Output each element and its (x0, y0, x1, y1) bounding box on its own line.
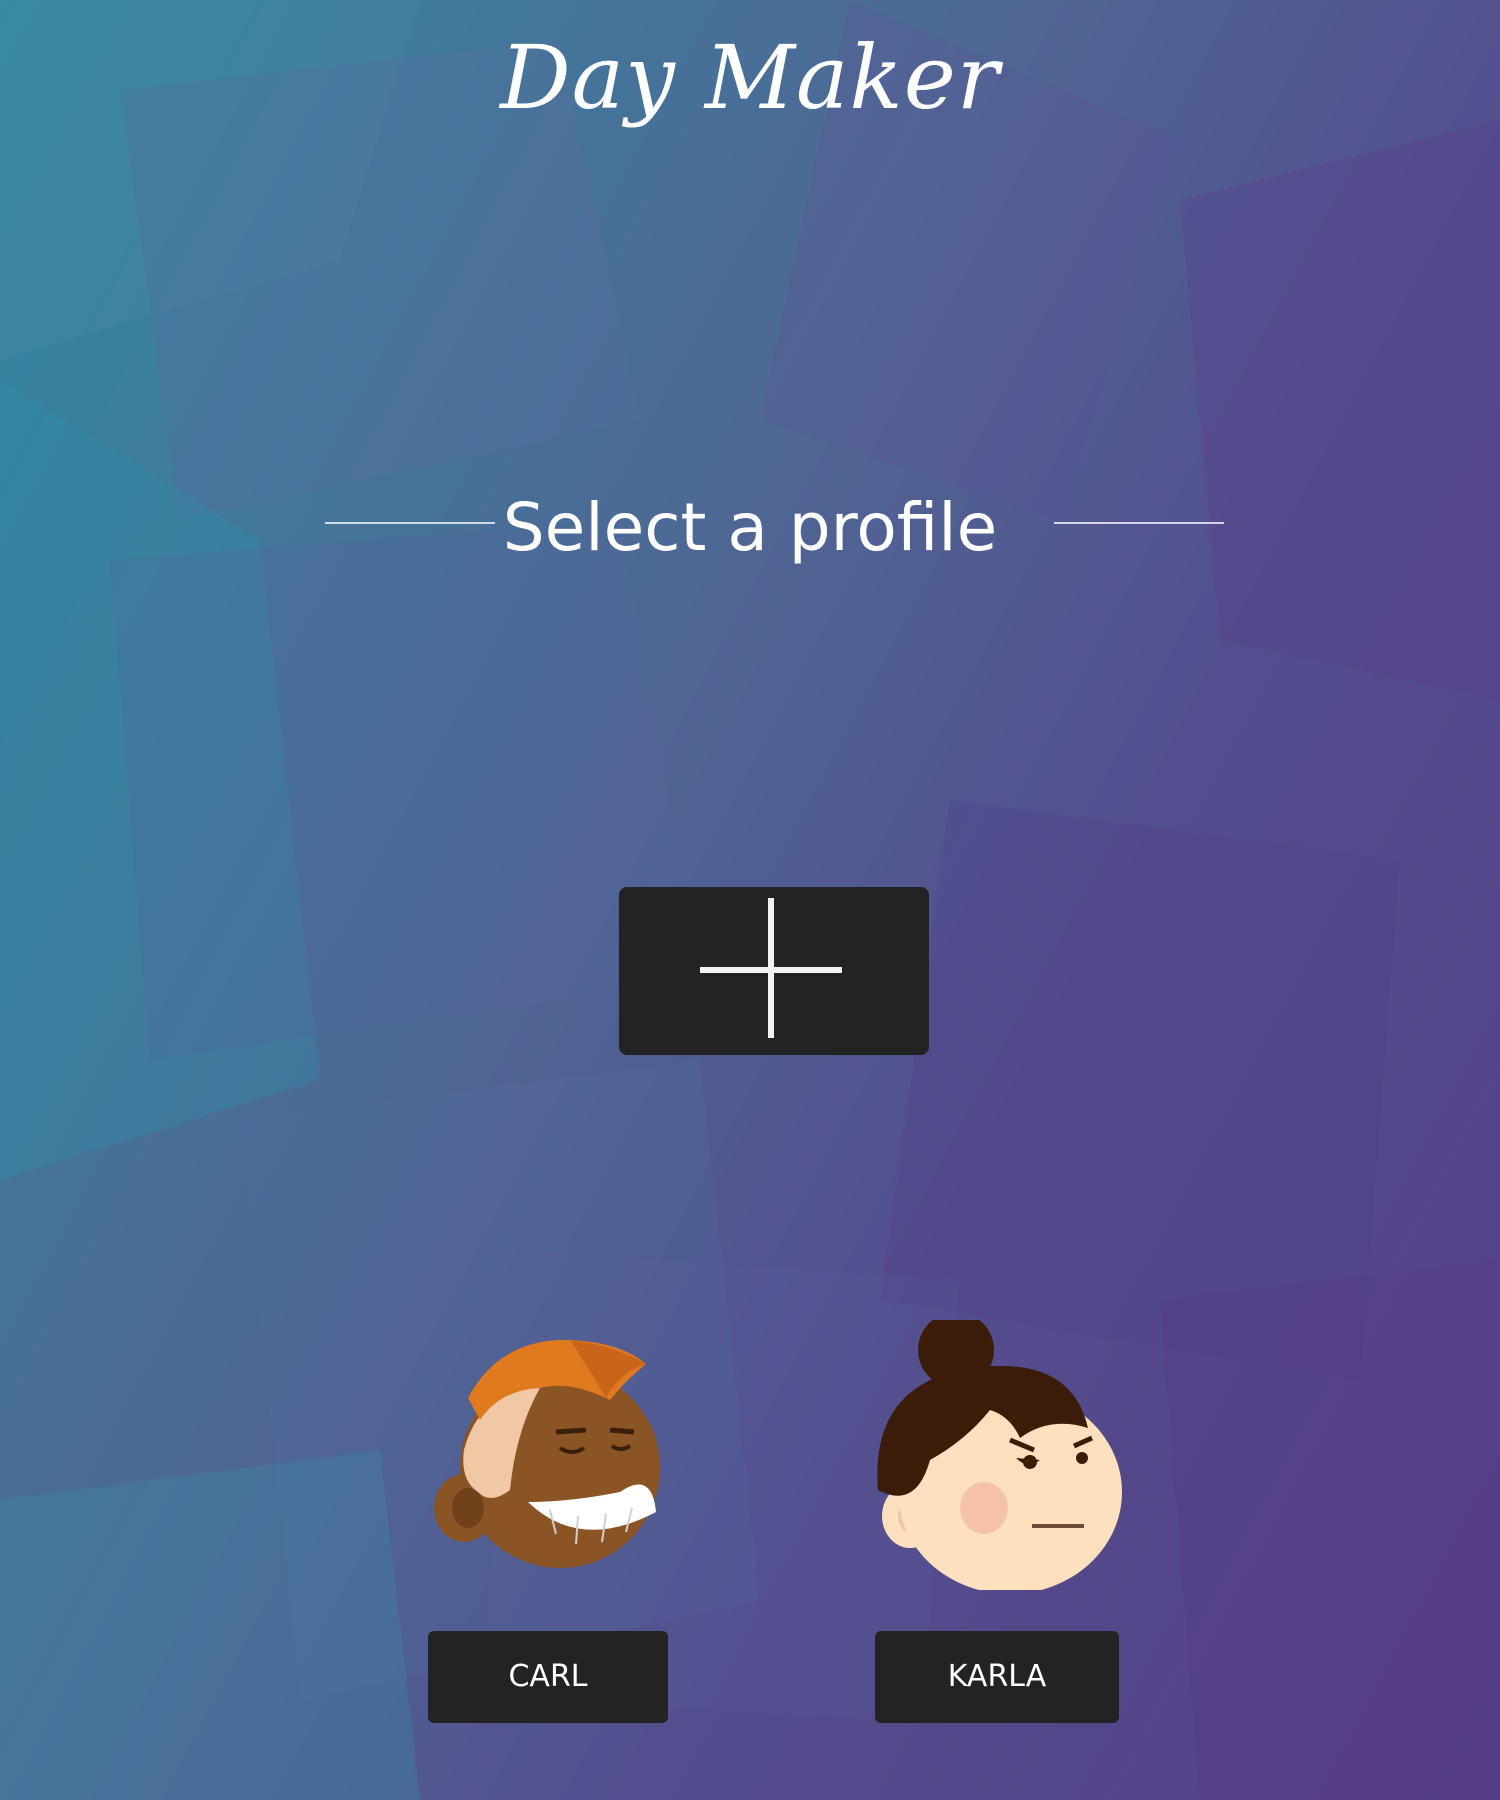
karla-avatar-icon[interactable] (870, 1320, 1130, 1590)
app-title: Day Maker (500, 26, 1000, 129)
profile-karla[interactable]: KARLA (870, 1320, 1130, 1730)
profile-name-button-karla[interactable]: KARLA (875, 1631, 1119, 1723)
heading-row: Select a profile (0, 488, 1500, 568)
profile-carl[interactable]: CARL (420, 1320, 680, 1730)
heading-divider-right (1054, 522, 1224, 524)
profile-name-button-carl[interactable]: CARL (428, 1631, 668, 1723)
add-profile-button[interactable] (619, 887, 929, 1055)
plus-icon (768, 898, 774, 1038)
page-heading: Select a profile (502, 489, 998, 566)
carl-avatar-icon[interactable] (420, 1320, 680, 1590)
